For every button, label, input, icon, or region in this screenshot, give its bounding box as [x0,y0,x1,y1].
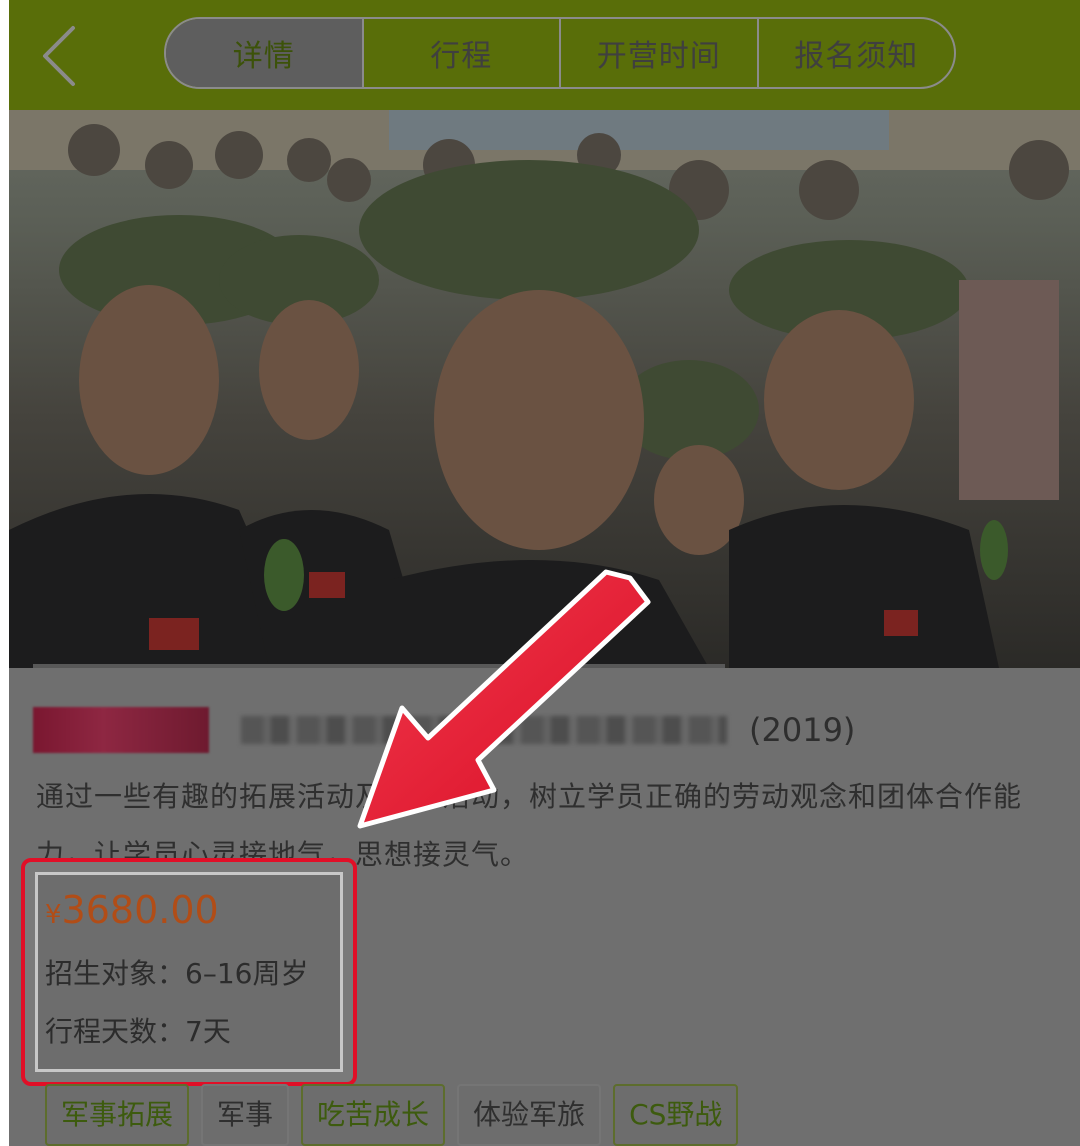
price-value: 3680.00 [61,888,219,932]
product-title: (2019) [33,707,856,753]
tag-list: 军事拓展 军事 吃苦成长 体验军旅 CS野战 [45,1084,739,1146]
top-nav-bar: 详情 行程 开营时间 报名须知 [9,0,1080,110]
tag-item[interactable]: 吃苦成长 [301,1084,446,1146]
redacted-badge [33,707,209,753]
redacted-title-text [241,716,727,744]
trip-duration: 行程天数：7天 [45,1015,231,1048]
tab-camp-dates[interactable]: 开营时间 [559,19,757,87]
target-age: 招生对象：6–16周岁 [45,957,309,990]
back-button[interactable] [35,24,85,88]
hero-image [9,110,1080,668]
currency-symbol: ¥ [45,900,62,930]
app-screen: 详情 行程 开营时间 报名须知 (2019) 通过一些有趣的拓展活动及劳动活动，… [9,0,1080,1146]
tag-item[interactable]: CS野战 [613,1084,739,1146]
tag-item[interactable]: 军事 [201,1084,290,1146]
chevron-left-icon [43,26,75,86]
tag-item[interactable]: 军事拓展 [45,1084,190,1146]
hero-photo [9,110,1080,668]
tab-details[interactable]: 详情 [166,19,362,87]
tab-bar: 详情 行程 开营时间 报名须知 [164,17,956,89]
price: ¥3680.00 [45,888,219,932]
tab-registration-notes[interactable]: 报名须知 [756,19,955,87]
tag-item[interactable]: 体验军旅 [457,1084,602,1146]
tab-itinerary[interactable]: 行程 [361,19,560,87]
title-year: (2019) [749,711,856,749]
